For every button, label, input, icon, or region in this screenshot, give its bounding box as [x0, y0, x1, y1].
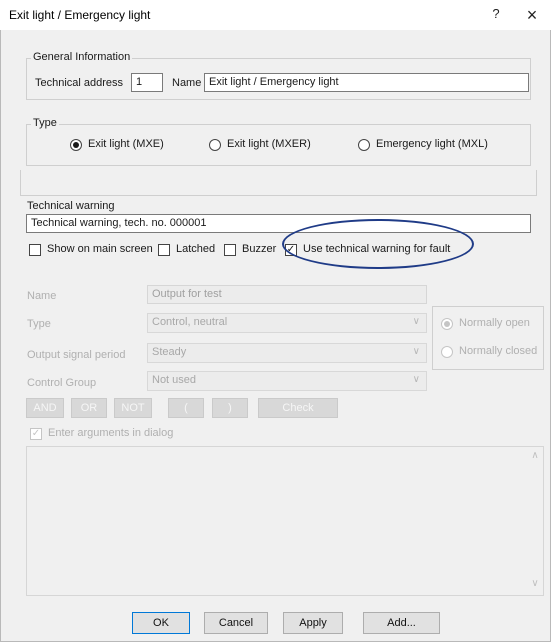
- radio-emergency-light-mxl-label: Emergency light (MXL): [376, 138, 488, 150]
- latched-checkbox[interactable]: [158, 244, 170, 256]
- cancel-button[interactable]: Cancel: [204, 612, 268, 634]
- show-on-main-screen-checkbox[interactable]: [29, 244, 41, 256]
- expression-textarea[interactable]: [26, 446, 544, 596]
- radio-exit-light-mxe[interactable]: [70, 139, 82, 151]
- latched-label: Latched: [176, 243, 216, 255]
- show-on-main-screen-label: Show on main screen: [47, 243, 153, 255]
- normally-closed-label: Normally closed: [459, 345, 538, 357]
- normally-open-label: Normally open: [459, 317, 530, 329]
- output-name-label: Name: [27, 290, 57, 302]
- add-button[interactable]: Add...: [363, 612, 440, 634]
- radio-exit-light-mxer-label: Exit light (MXER): [227, 138, 311, 150]
- apply-button[interactable]: Apply: [283, 612, 343, 634]
- type-legend: Type: [31, 117, 59, 129]
- output-type-select[interactable]: Control, neutral ∨: [147, 313, 427, 333]
- control-group-value: Not used: [152, 374, 197, 386]
- output-type-label: Type: [27, 318, 51, 330]
- radio-exit-light-mxer[interactable]: [209, 139, 221, 151]
- name-label: Name: [172, 77, 202, 89]
- chevron-down-icon: ∨: [412, 316, 420, 327]
- general-information-legend: General Information: [31, 51, 133, 63]
- chevron-down-icon: ∨: [412, 374, 420, 385]
- radio-emergency-light-mxl[interactable]: [358, 139, 370, 151]
- window-title: Exit light / Emergency light: [9, 8, 151, 22]
- buzzer-checkbox[interactable]: [224, 244, 236, 256]
- contact-type-group: [432, 306, 544, 370]
- chevron-down-icon: ∨: [412, 346, 420, 357]
- output-signal-period-label: Output signal period: [27, 349, 126, 361]
- open-paren-button[interactable]: (: [168, 398, 204, 418]
- highlight-annotation: [282, 219, 474, 269]
- output-name-input[interactable]: Output for test: [147, 285, 427, 304]
- enter-arguments-checkbox[interactable]: ✓: [30, 428, 42, 440]
- output-signal-period-select[interactable]: Steady ∨: [147, 343, 427, 363]
- enter-arguments-label: Enter arguments in dialog: [48, 427, 174, 439]
- help-button[interactable]: ?: [484, 6, 508, 26]
- control-group-label: Control Group: [27, 377, 97, 389]
- radio-normally-open[interactable]: [441, 318, 453, 330]
- close-paren-button[interactable]: ): [212, 398, 248, 418]
- ok-button[interactable]: OK: [132, 612, 190, 634]
- scroll-down-icon[interactable]: ∨: [528, 578, 542, 590]
- technical-address-label: Technical address: [35, 77, 124, 89]
- buzzer-label: Buzzer: [242, 243, 277, 255]
- technical-warning-label: Technical warning: [27, 200, 115, 212]
- scroll-up-icon[interactable]: ∧: [528, 450, 542, 462]
- or-button[interactable]: OR: [71, 398, 107, 418]
- close-button[interactable]: ×: [520, 4, 544, 26]
- not-button[interactable]: NOT: [114, 398, 152, 418]
- radio-exit-light-mxe-label: Exit light (MXE): [88, 138, 164, 150]
- control-group-select[interactable]: Not used ∨: [147, 371, 427, 391]
- output-type-value: Control, neutral: [152, 316, 228, 328]
- check-button[interactable]: Check: [258, 398, 338, 418]
- radio-normally-closed[interactable]: [441, 346, 453, 358]
- and-button[interactable]: AND: [26, 398, 64, 418]
- spacer-group: [20, 170, 537, 196]
- output-signal-period-value: Steady: [152, 346, 187, 358]
- technical-address-input[interactable]: 1: [131, 73, 163, 92]
- name-input[interactable]: Exit light / Emergency light: [204, 73, 529, 92]
